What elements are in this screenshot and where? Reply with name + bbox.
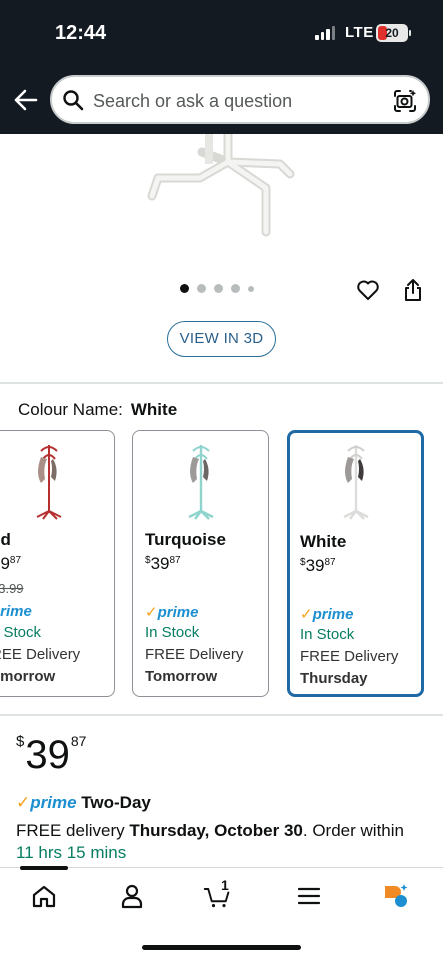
carousel-dot[interactable] — [180, 284, 189, 293]
signal-icon — [315, 26, 335, 40]
price-dollars: 39 — [305, 556, 325, 575]
colour-option-red[interactable]: ed 3987 43.99 prime n Stock REE Delivery… — [0, 430, 115, 697]
colour-option-price: $3987 — [300, 556, 336, 576]
colour-option-turquoise[interactable]: Turquoise $3987 ✓prime In Stock FREE Del… — [132, 430, 269, 697]
section-divider — [0, 714, 443, 716]
product-price: $3987 — [16, 733, 86, 778]
heart-icon[interactable] — [356, 278, 380, 302]
colour-option-white[interactable]: White $3987 ✓prime In Stock FREE Deliver… — [287, 430, 424, 697]
camera-search-icon[interactable] — [392, 88, 418, 114]
delivery-prefix: FREE delivery — [16, 821, 130, 840]
prime-badge: ✓prime — [145, 603, 198, 621]
carousel-dot[interactable] — [248, 285, 254, 292]
colour-option-name: Turquoise — [145, 530, 226, 549]
prime-check-icon: ✓ — [16, 793, 31, 812]
colour-label-text: Colour Name: — [18, 400, 123, 419]
account-icon[interactable] — [118, 882, 146, 910]
home-icon[interactable] — [30, 882, 58, 910]
top-bar: 12:44 LTE 20 Search or ask a question — [0, 0, 443, 134]
product-thumbnail — [343, 445, 369, 520]
rufus-icon[interactable] — [382, 882, 410, 910]
product-image[interactable] — [140, 134, 310, 244]
price-cents: 87 — [324, 557, 336, 568]
menu-icon[interactable] — [295, 882, 323, 910]
colour-option-name: White — [300, 532, 347, 551]
stock-status: In Stock — [145, 624, 200, 641]
status-time: 12:44 — [55, 22, 107, 44]
stock-status: n Stock — [0, 624, 42, 641]
colour-option-price: $3987 — [145, 554, 181, 574]
colour-name-label: Colour Name: White — [18, 400, 177, 420]
delivery-label: REE Delivery — [0, 646, 81, 663]
delivery-day: omorrow — [0, 668, 56, 685]
prime-delivery-badge: ✓prime Two-Day — [16, 793, 151, 813]
active-tab-indicator — [20, 866, 68, 870]
battery-cap — [409, 30, 411, 36]
carousel-dot[interactable] — [214, 284, 223, 293]
prime-label: prime — [30, 793, 77, 812]
stock-status: In Stock — [300, 626, 355, 643]
list-price: 43.99 — [0, 581, 24, 596]
home-indicator — [142, 945, 301, 950]
delivery-suffix: . Order within — [302, 821, 404, 840]
price-cents: 87 — [70, 733, 87, 749]
carousel-dot[interactable] — [197, 284, 206, 293]
delivery-date: Thursday, October 30 — [129, 821, 303, 840]
prime-label: prime — [157, 604, 199, 621]
section-divider — [0, 382, 443, 384]
product-thumbnail — [36, 445, 62, 520]
product-thumbnail — [188, 445, 214, 520]
delivery-day: Thursday — [300, 670, 368, 687]
view-in-3d-button[interactable]: VIEW IN 3D — [167, 321, 276, 357]
delivery-message: FREE delivery Thursday, October 30. Orde… — [16, 821, 404, 841]
price-cents: 87 — [9, 555, 22, 566]
prime-label: prime — [0, 603, 32, 620]
battery-level: 20 — [385, 26, 399, 40]
price-currency: $ — [16, 733, 25, 750]
network-label: LTE — [345, 24, 374, 41]
prime-speed: Two-Day — [81, 793, 151, 812]
prime-badge: prime — [0, 603, 32, 620]
search-icon — [63, 90, 84, 111]
delivery-label: FREE Delivery — [300, 648, 399, 665]
colour-option-name: ed — [0, 530, 11, 549]
image-carousel-dots[interactable] — [180, 284, 254, 293]
share-icon[interactable] — [402, 277, 424, 303]
price-dollars: 39 — [0, 554, 10, 573]
price-dollars: 39 — [25, 733, 70, 777]
back-arrow-icon[interactable] — [12, 86, 38, 114]
prime-label: prime — [312, 606, 354, 623]
price-cents: 87 — [169, 555, 181, 566]
battery-icon: 20 — [376, 24, 408, 42]
prime-check-icon: ✓ — [300, 606, 313, 623]
colour-option-price: 3987 — [0, 554, 21, 574]
prime-badge: ✓prime — [300, 605, 353, 623]
cart-count: 1 — [221, 877, 229, 893]
delivery-day: Tomorrow — [145, 668, 218, 685]
carousel-dot[interactable] — [231, 284, 240, 293]
price-dollars: 39 — [150, 554, 170, 573]
search-bar[interactable]: Search or ask a question — [50, 75, 430, 124]
selected-colour: White — [130, 400, 178, 419]
order-countdown: 11 hrs 15 mins — [16, 843, 127, 862]
search-input[interactable]: Search or ask a question — [93, 91, 292, 112]
prime-check-icon: ✓ — [145, 604, 158, 621]
delivery-label: FREE Delivery — [145, 646, 244, 663]
